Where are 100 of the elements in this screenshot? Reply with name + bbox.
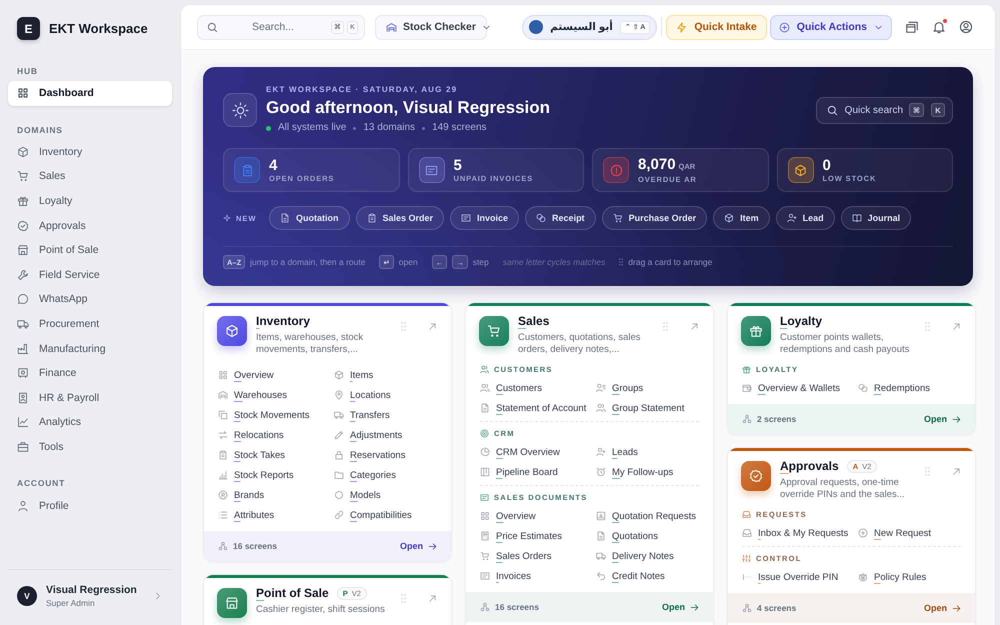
drag-handle-icon[interactable] <box>663 322 668 331</box>
nav-item[interactable]: HR & Payroll <box>8 386 172 410</box>
new-action-button[interactable]: Item <box>713 206 770 230</box>
arrow-up-right-icon[interactable] <box>690 322 699 331</box>
new-action-button[interactable]: Lead <box>776 206 835 230</box>
chevron-right-icon[interactable] <box>153 591 163 601</box>
nav-item[interactable]: Inventory <box>8 140 172 164</box>
route-link[interactable]: Inbox & My Requests <box>742 523 858 543</box>
route-link[interactable]: Invoices <box>480 566 596 586</box>
route-link[interactable]: Issue Override PIN <box>742 567 858 587</box>
nav-item[interactable]: Field Service <box>8 262 172 288</box>
nav-item[interactable]: Manufacturing <box>8 336 172 361</box>
bell-icon[interactable] <box>932 20 946 34</box>
route-link[interactable]: Items <box>334 365 437 385</box>
nav-item[interactable]: Point of Sale <box>8 238 172 263</box>
card-description: Items, warehouses, stock movements, transfers,... <box>256 332 364 356</box>
route-link[interactable]: Delivery Notes <box>596 546 699 566</box>
route-link[interactable]: Price Estimates <box>480 526 596 546</box>
route-link[interactable]: Quotation Requests <box>596 506 699 526</box>
route-link[interactable]: Leads <box>596 442 699 462</box>
card-title: Sales <box>518 314 550 329</box>
ring-icon <box>334 490 344 500</box>
route-link[interactable]: My Follow-ups <box>596 462 699 482</box>
new-action-button[interactable]: Receipt <box>525 206 596 230</box>
drag-handle-icon[interactable] <box>925 322 930 331</box>
open-link[interactable]: Open <box>924 603 961 613</box>
route-link[interactable]: Overview & Wallets <box>742 378 858 398</box>
card-description: Customers, quotations, sales orders, delivery notes,... <box>518 332 642 356</box>
nodes-icon <box>742 603 752 613</box>
nav-item[interactable]: Tools <box>8 434 172 460</box>
route-link[interactable]: Stock Takes <box>218 445 334 465</box>
store-icon <box>217 588 247 618</box>
route-link[interactable]: Adjustments <box>334 425 437 445</box>
route-link[interactable]: CRM Overview <box>480 442 596 462</box>
user-role: Super Admin <box>46 598 95 608</box>
route-link[interactable]: Warehouses <box>218 385 334 405</box>
open-link[interactable]: Open <box>662 602 699 612</box>
route-link[interactable]: Statement of Account <box>480 398 596 418</box>
card-title: Loyalty <box>780 314 822 329</box>
route-link[interactable]: Customers <box>480 378 596 398</box>
route-link[interactable]: Group Statement <box>596 398 699 418</box>
arrow-up-right-icon[interactable] <box>952 322 961 331</box>
quick-intake-button[interactable]: Quick Intake <box>666 14 767 40</box>
route-link[interactable]: Brands <box>218 485 334 505</box>
drag-handle-icon[interactable] <box>401 594 406 603</box>
open-link[interactable]: Open <box>400 541 437 551</box>
badge-check-icon <box>741 461 771 491</box>
new-action-button[interactable]: Purchase Order <box>602 206 708 230</box>
route-link[interactable]: Locations <box>334 385 437 405</box>
chat-bubble-icon <box>17 293 29 306</box>
route-link[interactable]: Models <box>334 485 437 505</box>
registered-icon <box>218 490 228 500</box>
route-link[interactable]: New Request <box>858 523 961 543</box>
drag-handle-icon[interactable] <box>925 467 930 476</box>
nav-item[interactable]: Procurement <box>8 312 172 336</box>
route-link[interactable]: Relocations <box>218 425 334 445</box>
route-link[interactable]: Redemptions <box>858 378 961 398</box>
route-link[interactable]: Overview <box>480 506 596 526</box>
route-link[interactable]: Pipeline Board <box>480 462 596 482</box>
nav-item[interactable]: WhatsApp <box>8 287 172 312</box>
open-link[interactable]: Open <box>924 414 961 424</box>
sliders-icon <box>742 554 751 563</box>
app-switcher[interactable]: Stock Checker <box>375 14 487 40</box>
new-action-button[interactable]: Quotation <box>269 206 350 230</box>
route-link[interactable]: Categories <box>334 465 437 485</box>
new-action-button[interactable]: Invoice <box>450 206 520 230</box>
file-icon <box>480 403 490 413</box>
nav-item[interactable]: Sales <box>8 164 172 189</box>
new-action-button[interactable]: Sales Order <box>356 206 444 230</box>
nav-item[interactable]: Analytics <box>8 410 172 435</box>
brand-logo: E <box>17 17 40 40</box>
screen-count: 2 screens <box>757 414 796 424</box>
drag-handle-icon[interactable] <box>401 322 406 331</box>
quick-actions-button[interactable]: Quick Actions <box>770 14 892 40</box>
route-link[interactable]: Policy Rules <box>858 567 961 587</box>
route-link[interactable]: Stock Reports <box>218 465 334 485</box>
route-link[interactable]: Attributes <box>218 505 334 525</box>
tray-icon <box>596 511 606 521</box>
route-link[interactable]: Quotations <box>596 526 699 546</box>
nav-item[interactable]: Profile <box>8 493 172 518</box>
arrow-up-right-icon[interactable] <box>428 594 437 603</box>
cube-icon <box>17 146 29 158</box>
new-action-button[interactable]: Journal <box>840 206 912 230</box>
route-link[interactable]: Sales Orders <box>480 546 596 566</box>
card-title: Approvals <box>780 459 839 474</box>
route-link[interactable]: Overview <box>218 365 334 385</box>
arrow-up-right-icon[interactable] <box>428 322 437 331</box>
route-link[interactable]: Compatibilities <box>334 505 437 525</box>
arrow-up-right-icon[interactable] <box>952 467 961 476</box>
nav-item[interactable]: Loyalty <box>8 188 172 214</box>
nav-item[interactable]: Dashboard <box>8 81 172 106</box>
stacked-windows-icon[interactable] <box>905 20 919 34</box>
route-link[interactable]: Stock Movements <box>218 405 334 425</box>
route-link[interactable]: Reservations <box>334 445 437 465</box>
route-link[interactable]: Groups <box>596 378 699 398</box>
route-link[interactable]: Credit Notes <box>596 566 699 586</box>
nav-item[interactable]: Approvals <box>8 213 172 238</box>
nav-item[interactable]: Finance <box>8 360 172 386</box>
route-link[interactable]: Transfers <box>334 405 437 425</box>
alarm-icon <box>596 467 606 477</box>
